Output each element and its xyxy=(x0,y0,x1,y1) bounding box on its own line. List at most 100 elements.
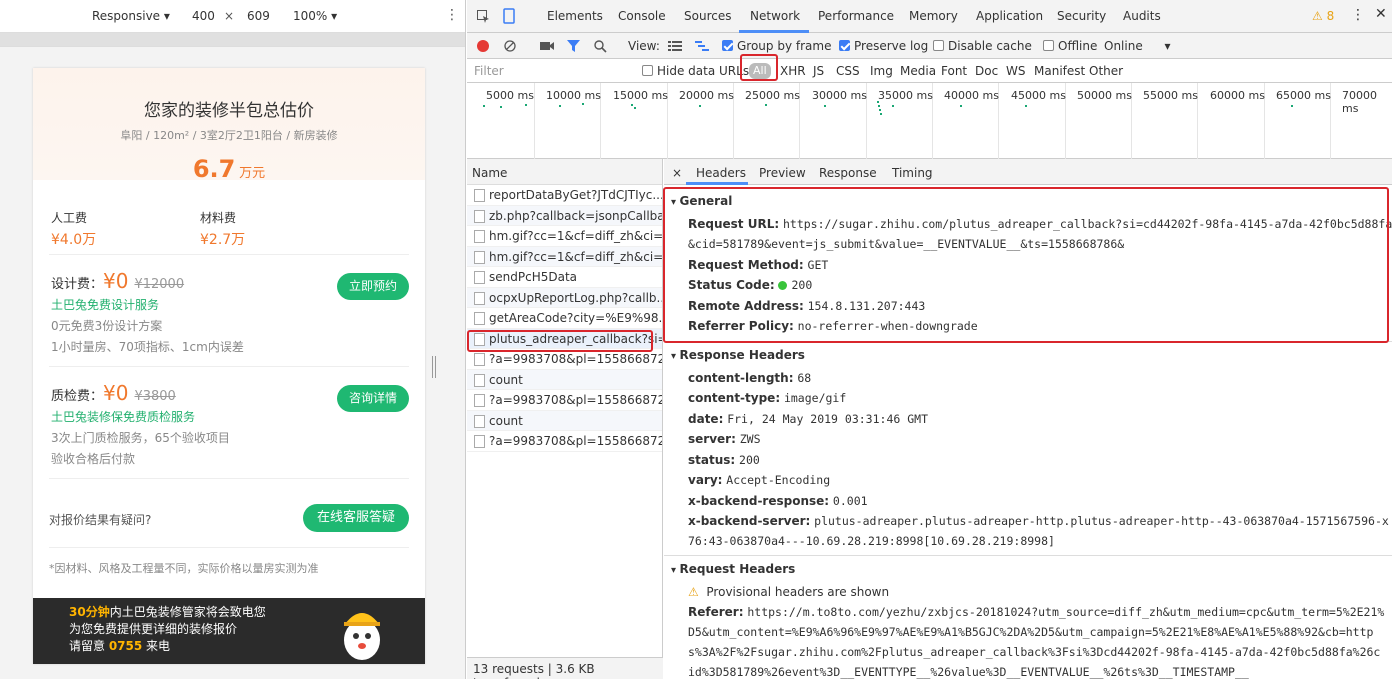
tab-elements[interactable]: Elements xyxy=(547,9,603,23)
tab-memory[interactable]: Memory xyxy=(909,9,958,23)
close-icon[interactable]: ✕ xyxy=(1375,6,1387,22)
request-row[interactable]: getAreaCode?city=%E9%98... xyxy=(467,308,662,329)
filter-font[interactable]: Font xyxy=(941,64,967,78)
search-icon[interactable] xyxy=(594,40,607,53)
filter-media[interactable]: Media xyxy=(900,64,936,78)
detail-tabbar: × Headers Preview Response Timing xyxy=(664,159,1392,185)
device-toolbar: Responsive ▾ 400 × 609 100% ▾ ⋮ xyxy=(0,0,465,33)
device-height-input[interactable]: 609 xyxy=(247,9,270,23)
request-row[interactable]: count xyxy=(467,369,662,390)
preserve-log-checkbox[interactable]: Preserve log xyxy=(839,39,928,53)
timeline-label: 35000 ms xyxy=(878,89,933,102)
request-row[interactable]: ?a=9983708&pl=1558668724... xyxy=(467,349,662,370)
filter-input[interactable]: Filter xyxy=(474,64,504,78)
timeline-label: 5000 ms xyxy=(486,89,534,102)
more-options-icon[interactable]: ⋮ xyxy=(445,7,459,23)
large-rows-icon[interactable] xyxy=(668,41,682,51)
filter-xhr[interactable]: XHR xyxy=(780,64,806,78)
highlight-all-filter xyxy=(740,54,778,81)
clear-icon[interactable] xyxy=(504,40,516,52)
request-row[interactable]: hm.gif?cc=1&cf=diff_zh&ci=... xyxy=(467,226,662,247)
filter-js[interactable]: JS xyxy=(813,64,824,78)
hide-data-urls-checkbox[interactable]: Hide data URLs xyxy=(642,64,749,78)
request-row[interactable]: ocpxUpReportLog.php?callb... xyxy=(467,287,662,308)
tab-console[interactable]: Console xyxy=(618,9,666,23)
tab-response[interactable]: Response xyxy=(819,166,877,180)
tab-performance[interactable]: Performance xyxy=(818,9,894,23)
warning-icon: ⚠ xyxy=(688,585,699,599)
device-toggle-icon[interactable] xyxy=(503,8,515,24)
offline-checkbox[interactable]: Offline xyxy=(1043,39,1097,53)
filter-img[interactable]: Img xyxy=(870,64,893,78)
timeline-label: 70000 ms xyxy=(1342,89,1377,115)
disable-cache-checkbox[interactable]: Disable cache xyxy=(933,39,1032,53)
material-cost: 材料费 ¥2.7万 xyxy=(200,211,246,248)
request-row[interactable]: count xyxy=(467,410,662,431)
header-content-type: content-type: image/gif xyxy=(688,391,847,405)
timeline-label: 20000 ms xyxy=(679,89,734,102)
filter-manifest[interactable]: Manifest xyxy=(1034,64,1085,78)
question-row: 对报价结果有疑问? 在线客服答疑 xyxy=(49,479,409,548)
filter-other[interactable]: Other xyxy=(1089,64,1123,78)
book-now-button[interactable]: 立即预约 xyxy=(336,273,409,300)
filter-css[interactable]: CSS xyxy=(836,64,860,78)
zoom-select[interactable]: 100% ▾ xyxy=(293,9,337,23)
waterfall-icon[interactable] xyxy=(695,41,709,51)
group-by-frame-checkbox[interactable]: Group by frame xyxy=(722,39,831,53)
file-icon xyxy=(474,414,485,428)
tab-preview[interactable]: Preview xyxy=(759,166,806,180)
online-service-button[interactable]: 在线客服答疑 xyxy=(302,504,409,532)
filter-doc[interactable]: Doc xyxy=(975,64,998,78)
tab-audits[interactable]: Audits xyxy=(1123,9,1161,23)
promo-banner[interactable]: 30分钟内土巴兔装修管家将会致电您 为您免费提供更详细的装修报价 请留意 075… xyxy=(33,598,425,664)
devtools-panel: Elements Console Sources Network Perform… xyxy=(467,0,1392,679)
camera-icon[interactable] xyxy=(540,41,554,51)
request-row[interactable]: hm.gif?cc=1&cf=diff_zh&ci=... xyxy=(467,246,662,267)
inspect-element-icon[interactable] xyxy=(477,10,490,23)
header-content-length: content-length: 68 xyxy=(688,371,812,385)
file-icon xyxy=(474,291,485,305)
name-column-header[interactable]: Name xyxy=(467,159,662,185)
estimate-subtitle: 阜阳 / 120m² / 3室2厅2卫1阳台 / 新房装修 xyxy=(120,129,338,142)
resize-handle[interactable] xyxy=(432,356,436,378)
request-row[interactable]: reportDataByGet?JTdCJTIyc... xyxy=(467,185,662,206)
request-rows: reportDataByGet?JTdCJTIyc... zb.php?call… xyxy=(467,185,662,452)
header-referer-cont: id%3D581789%26event%3D__EVENTTYPE__%26va… xyxy=(688,665,1249,679)
response-headers-toggle[interactable]: Response Headers xyxy=(671,348,805,362)
consult-button[interactable]: 咨询详情 xyxy=(336,385,409,412)
times-sign: × xyxy=(224,9,235,23)
timeline-label: 10000 ms xyxy=(546,89,601,102)
throttling-select[interactable]: Online ▾ xyxy=(1104,39,1171,53)
request-row[interactable]: ?a=9983708&pl=1558668724... xyxy=(467,390,662,411)
warning-count[interactable]: ⚠ 8 xyxy=(1312,9,1334,23)
header-referer-cont: s%3A%2F%2Fsugar.zhihu.com%2Fplutus_adrea… xyxy=(688,645,1381,659)
header-vary: vary: Accept-Encoding xyxy=(688,473,831,487)
request-row[interactable]: ?a=9983708&pl=1558668724... xyxy=(467,431,662,452)
filter-icon[interactable] xyxy=(567,40,580,52)
more-options-icon[interactable]: ⋮ xyxy=(1351,7,1365,23)
filter-ws[interactable]: WS xyxy=(1006,64,1025,78)
file-icon xyxy=(474,189,485,202)
tab-sources[interactable]: Sources xyxy=(684,9,731,23)
device-width-input[interactable]: 400 xyxy=(192,9,215,23)
request-list: Name reportDataByGet?JTdCJTIyc... zb.php… xyxy=(467,159,663,679)
tab-application[interactable]: Application xyxy=(976,9,1043,23)
tab-timing[interactable]: Timing xyxy=(892,166,933,180)
provisional-warning: ⚠ Provisional headers are shown xyxy=(688,585,890,599)
timeline-label: 55000 ms xyxy=(1143,89,1198,102)
estimate-title: 您家的装修半包总估价 xyxy=(144,101,314,121)
tab-security[interactable]: Security xyxy=(1057,9,1106,23)
request-row[interactable]: zb.php?callback=jsonpCallba... xyxy=(467,205,662,226)
timeline-label: 45000 ms xyxy=(1011,89,1066,102)
tab-network[interactable]: Network xyxy=(750,9,800,23)
tab-headers[interactable]: Headers xyxy=(696,166,746,180)
request-row[interactable]: sendPcH5Data xyxy=(467,267,662,288)
close-detail-icon[interactable]: × xyxy=(672,166,682,180)
header-x-backend-server: x-backend-server: plutus-adreaper.plutus… xyxy=(688,514,1389,528)
device-mode-select[interactable]: Responsive ▾ xyxy=(92,9,170,23)
header-server: server: ZWS xyxy=(688,432,761,446)
timeline-label: 60000 ms xyxy=(1210,89,1265,102)
request-headers-toggle[interactable]: Request Headers xyxy=(671,562,796,576)
record-icon[interactable] xyxy=(477,40,489,52)
file-icon xyxy=(474,230,485,243)
